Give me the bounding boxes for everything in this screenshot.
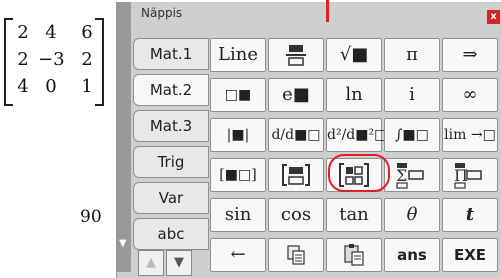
key-abs[interactable]: |■| bbox=[210, 118, 266, 152]
key-limit[interactable]: lim →□ bbox=[442, 118, 498, 152]
tab-var[interactable]: Var bbox=[133, 182, 209, 214]
key-sin[interactable]: sin bbox=[210, 198, 266, 232]
key-line[interactable]: Line bbox=[210, 38, 266, 72]
scroll-down-button[interactable]: ▼ bbox=[166, 250, 192, 276]
matrix-cell: 1 bbox=[81, 76, 93, 97]
key-copy[interactable] bbox=[268, 238, 324, 272]
key-product[interactable]: Π bbox=[442, 158, 498, 192]
calculation-result: 90 bbox=[80, 207, 102, 227]
key-ans[interactable]: ans bbox=[384, 238, 440, 272]
virtual-keypad-panel: ▼ Näppis x Mat.1 Mat.2 Mat.3 Trig Var ab… bbox=[116, 2, 501, 278]
tab-mat3[interactable]: Mat.3 bbox=[133, 110, 209, 142]
keypad-title: Näppis bbox=[141, 6, 183, 20]
key-sqrt[interactable]: √■ bbox=[326, 38, 382, 72]
red-pointer-annotation bbox=[326, 0, 329, 22]
svg-text:Π: Π bbox=[454, 166, 468, 185]
matrix-cell: 2 bbox=[17, 49, 29, 70]
svg-text:Σ: Σ bbox=[396, 166, 407, 185]
matrix-cell: 0 bbox=[45, 76, 57, 97]
key-second-derivative[interactable]: d²/d■²□ bbox=[326, 118, 387, 152]
tab-mat1[interactable]: Mat.1 bbox=[133, 38, 209, 70]
key-pi[interactable]: π bbox=[384, 38, 440, 72]
key-matrix-row[interactable]: [■□] bbox=[210, 158, 266, 192]
matrix-2row-icon bbox=[282, 164, 310, 186]
sum-icon: Σ bbox=[396, 163, 424, 189]
matrix-display: 2 4 6 2 −3 2 4 0 1 bbox=[4, 18, 104, 106]
key-t[interactable]: t bbox=[442, 198, 498, 232]
key-imaginary[interactable]: i bbox=[384, 78, 440, 112]
key-exp[interactable]: e■ bbox=[268, 78, 324, 112]
key-integral[interactable]: ∫■□ bbox=[384, 118, 440, 152]
keypad-side-bar: ▼ bbox=[117, 2, 131, 272]
workspace-area: 2 4 6 2 −3 2 4 0 1 90 bbox=[0, 0, 133, 278]
tab-scroll-controls: ▲ ▼ bbox=[138, 250, 198, 278]
tab-trig[interactable]: Trig bbox=[133, 146, 209, 178]
matrix-cell: 2 bbox=[17, 22, 29, 43]
key-matrix-2row[interactable] bbox=[268, 158, 324, 192]
scroll-up-button[interactable]: ▲ bbox=[138, 250, 164, 276]
key-implies[interactable]: ⇒ bbox=[442, 38, 498, 72]
key-power[interactable]: □■ bbox=[210, 78, 266, 112]
matrix-cell: 4 bbox=[45, 22, 57, 43]
red-circle-annotation bbox=[328, 154, 390, 192]
key-infinity[interactable]: ∞ bbox=[442, 78, 498, 112]
tab-mat2[interactable]: Mat.2 bbox=[133, 74, 209, 106]
key-derivative[interactable]: d/d■□ bbox=[268, 118, 324, 152]
key-cos[interactable]: cos bbox=[268, 198, 324, 232]
key-paste[interactable] bbox=[326, 238, 382, 272]
product-icon: Π bbox=[454, 163, 482, 189]
key-sum[interactable]: Σ bbox=[384, 158, 440, 192]
matrix-cell: 2 bbox=[81, 49, 93, 70]
copy-icon bbox=[287, 245, 305, 265]
matrix-cell: 4 bbox=[17, 76, 29, 97]
close-keypad-button[interactable]: x bbox=[487, 10, 500, 24]
key-exe[interactable]: EXE bbox=[442, 238, 498, 272]
key-theta[interactable]: θ bbox=[384, 198, 440, 232]
key-backspace[interactable]: ← bbox=[210, 238, 266, 272]
paste-icon bbox=[344, 244, 364, 266]
key-tan[interactable]: tan bbox=[326, 198, 382, 232]
matrix-cell: −3 bbox=[38, 49, 65, 70]
key-ln[interactable]: ln bbox=[326, 78, 382, 112]
collapse-arrow-icon[interactable]: ▼ bbox=[119, 238, 127, 249]
key-fraction[interactable] bbox=[268, 38, 324, 72]
fraction-bar-icon bbox=[286, 45, 306, 66]
tab-abc[interactable]: abc bbox=[133, 218, 209, 250]
matrix-cell: 6 bbox=[81, 22, 93, 43]
